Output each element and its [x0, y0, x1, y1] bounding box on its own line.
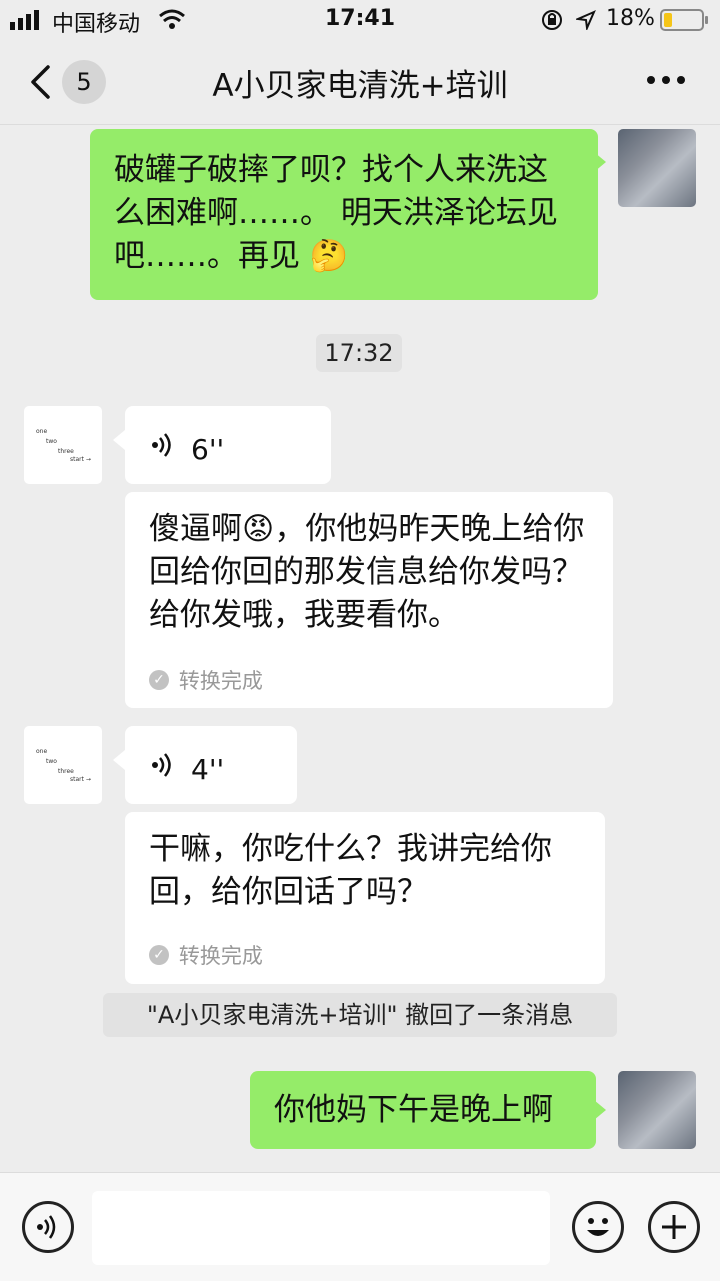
conversion-status: ✓ 转换完成	[149, 657, 589, 703]
smiley-icon: 🤔	[300, 238, 349, 274]
avatar-text: three	[58, 768, 74, 775]
emoji-button[interactable]	[572, 1201, 624, 1253]
lock-rotation-icon	[542, 10, 562, 30]
check-icon: ✓	[149, 944, 169, 965]
check-icon: ✓	[149, 669, 169, 690]
voice-wave-icon	[152, 433, 171, 457]
avatar-text: three	[58, 448, 74, 455]
status-bar: 中国移动 17:41 18%	[0, 0, 720, 40]
voice-duration: 6''	[191, 433, 225, 466]
conversion-status-label: 转换完成	[178, 669, 263, 693]
contact-avatar[interactable]: one two three start →	[24, 406, 102, 484]
avatar-text: one	[36, 748, 48, 755]
emoji-icon	[587, 1218, 609, 1236]
my-avatar[interactable]	[618, 129, 696, 207]
my-message-bubble[interactable]: 破罐子破摔了呗？找个人来洗这么困难啊……。 明天洪泽论坛见吧……。再见 🤔	[90, 129, 598, 300]
timestamp: 17:32	[316, 334, 402, 372]
message-input[interactable]	[92, 1191, 550, 1265]
conversion-status: ✓ 转换完成	[149, 932, 581, 978]
conversion-status-label: 转换完成	[178, 944, 263, 968]
avatar-text: two	[46, 438, 57, 445]
chat-header: 5 A小贝家电清洗+培训	[0, 40, 720, 125]
transcription-text: 傻逼啊😡，你他妈昨天晚上给你回给你回的那发信息给你发吗？给你发哦，我要看你。	[149, 511, 585, 633]
location-icon	[576, 10, 596, 30]
bubble-tail	[113, 750, 125, 770]
more-functions-button[interactable]	[648, 1201, 700, 1253]
my-message-bubble[interactable]: 你他妈下午是晚上啊	[250, 1071, 596, 1149]
battery-icon	[660, 9, 708, 31]
my-avatar[interactable]	[618, 1071, 696, 1149]
avatar-text: start →	[70, 456, 91, 463]
voice-duration: 4''	[191, 753, 225, 786]
message-text: 你他妈下午是晚上啊	[274, 1092, 553, 1128]
voice-wave-icon	[152, 753, 171, 777]
bubble-tail	[113, 430, 125, 450]
avatar-text: two	[46, 758, 57, 765]
input-bar	[0, 1172, 720, 1281]
avatar-text: one	[36, 428, 48, 435]
avatar-text: start →	[70, 776, 91, 783]
recall-notice: "A小贝家电清洗+培训" 撤回了一条消息	[103, 993, 617, 1037]
transcription-bubble[interactable]: 傻逼啊😡，你他妈昨天晚上给你回给你回的那发信息给你发吗？给你发哦，我要看你。 ✓…	[125, 492, 613, 708]
transcription-text: 干嘛，你吃什么？我讲完给你回，给你回话了吗？	[149, 831, 552, 910]
voice-message-bubble[interactable]: 6''	[125, 406, 331, 484]
plus-icon	[662, 1215, 686, 1239]
more-icon[interactable]	[646, 74, 686, 86]
contact-avatar[interactable]: one two three start →	[24, 726, 102, 804]
voice-message-bubble[interactable]: 4''	[125, 726, 297, 804]
transcription-bubble[interactable]: 干嘛，你吃什么？我讲完给你回，给你回话了吗？ ✓ 转换完成	[125, 812, 605, 984]
chat-title: A小贝家电清洗+培训	[212, 68, 508, 104]
voice-wave-icon	[37, 1215, 56, 1239]
battery-percent: 18%	[606, 6, 655, 31]
voice-input-button[interactable]	[22, 1201, 74, 1253]
